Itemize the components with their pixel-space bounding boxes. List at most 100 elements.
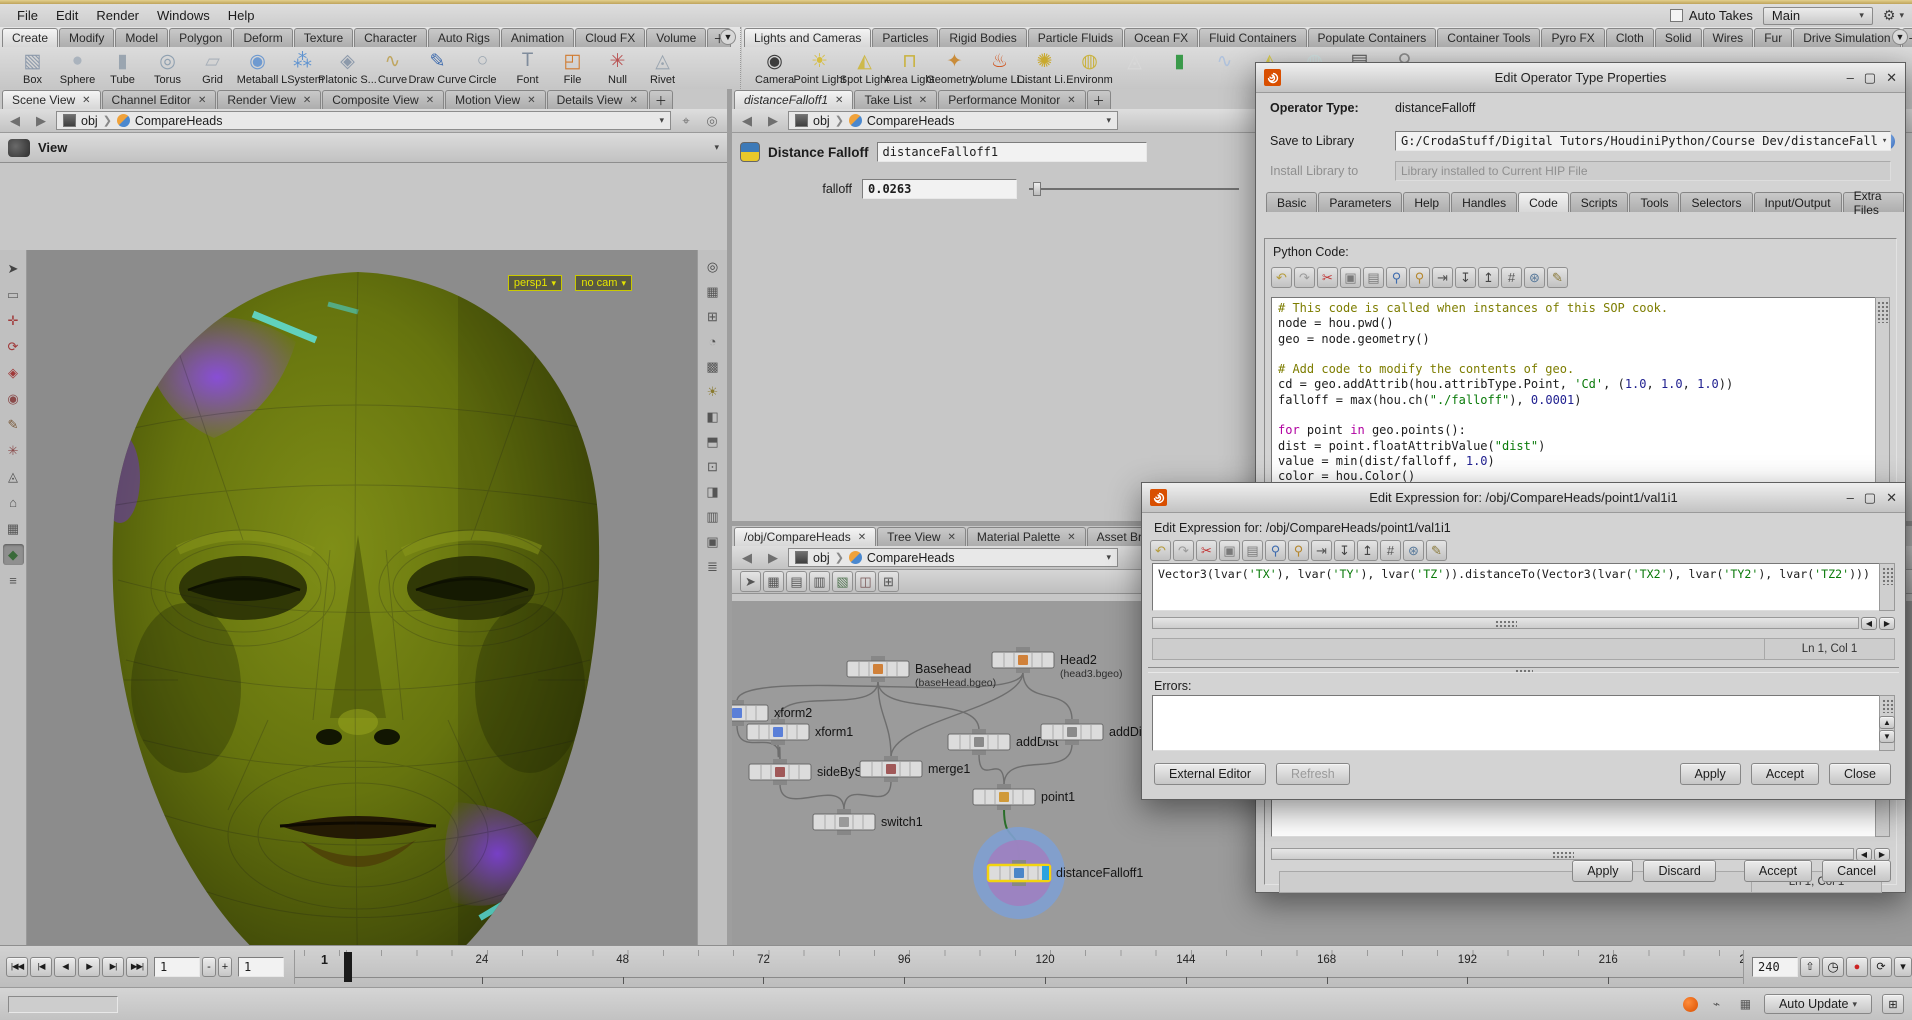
- shelf-tool-font[interactable]: T Font: [505, 48, 550, 86]
- shelf-tab-cloth[interactable]: Cloth: [1605, 28, 1654, 47]
- apply-button[interactable]: Apply: [1572, 860, 1634, 882]
- pin-icon[interactable]: ⌖: [675, 112, 697, 130]
- dialog-tab-basic[interactable]: Basic: [1266, 192, 1318, 212]
- import-source-icon[interactable]: ↧: [1455, 267, 1476, 288]
- cut-icon[interactable]: ✂: [1196, 540, 1217, 561]
- copy-icon[interactable]: ▣: [1340, 267, 1361, 288]
- viewport-3d-head[interactable]: [28, 250, 691, 1020]
- shelf-tool-draw-curve[interactable]: ✎ Draw Curve: [408, 48, 466, 87]
- play-icon[interactable]: ▶: [78, 956, 100, 977]
- shelf-tool-distant-li[interactable]: ✺ Distant Li...: [1017, 48, 1072, 87]
- node-wire[interactable]: [777, 743, 781, 761]
- cancel-button[interactable]: Cancel: [1822, 860, 1891, 882]
- shelf-tool-unlabeled[interactable]: ▮: [1157, 48, 1202, 74]
- menu-help[interactable]: Help: [219, 8, 264, 23]
- pane-tab-obj-compareheads[interactable]: /obj/CompareHeads ✕: [734, 527, 877, 546]
- close-tab-icon[interactable]: ✕: [198, 95, 206, 106]
- view-toolbar-menu-icon[interactable]: ▾: [714, 142, 719, 153]
- external-editor-button[interactable]: External Editor: [1154, 763, 1266, 785]
- close-tab-icon[interactable]: ✕: [1067, 532, 1075, 543]
- node-wire[interactable]: [779, 783, 845, 811]
- close-tab-icon[interactable]: ✕: [919, 95, 927, 106]
- close-tab-icon[interactable]: ✕: [82, 95, 90, 106]
- snap-tool-icon[interactable]: ◬: [3, 466, 24, 487]
- shelf-tab-cloud-fx[interactable]: Cloud FX: [575, 28, 646, 47]
- node-wire[interactable]: [1003, 743, 1073, 786]
- network-node-basehead[interactable]: Basehead(baseHead.bgeo): [846, 656, 996, 689]
- shelf-tab-particle-fluids[interactable]: Particle Fluids: [1027, 28, 1124, 47]
- view-culling-icon[interactable]: ▥: [702, 506, 723, 527]
- view-handles-icon[interactable]: ◨: [702, 481, 723, 502]
- view-shade-icon[interactable]: ◔: [702, 331, 723, 352]
- auto-takes-checkbox[interactable]: [1669, 9, 1683, 22]
- accept-button[interactable]: Accept: [1743, 860, 1813, 882]
- maximize-icon[interactable]: ▢: [1864, 490, 1876, 506]
- dialog-tab-selectors[interactable]: Selectors: [1680, 192, 1753, 212]
- close-button[interactable]: Close: [1829, 763, 1891, 785]
- frame-end-field[interactable]: 240: [1752, 956, 1798, 977]
- shelf-tab-solid[interactable]: Solid: [1654, 28, 1702, 47]
- cache-icon[interactable]: ⌁: [1706, 994, 1727, 1015]
- scroll-right-icon[interactable]: ▶: [1879, 616, 1895, 630]
- dialog-titlebar[interactable]: Edit Operator Type Properties – ▢ ✕: [1256, 63, 1905, 93]
- code-editor-hscroll[interactable]: ◀ ▶: [1271, 847, 1890, 861]
- gear-icon[interactable]: ⚙ ▾: [1883, 7, 1904, 24]
- shelf-tab-container-tools[interactable]: Container Tools: [1437, 28, 1541, 47]
- pane-tab-performance-monitor[interactable]: Performance Monitor ✕: [938, 90, 1086, 109]
- shelf-tool-spot-light[interactable]: ◭ Spot Light: [840, 48, 890, 87]
- shelf-tool-box[interactable]: ▧ Box: [10, 48, 55, 87]
- apply-button[interactable]: Apply: [1679, 763, 1741, 785]
- redo-icon[interactable]: ↷: [1294, 267, 1315, 288]
- network-node-switch1[interactable]: switch1: [812, 809, 923, 835]
- shelf-tool-volume-li[interactable]: ♨ Volume Li...: [971, 48, 1028, 87]
- breadcrumb[interactable]: obj ❯ CompareHeads ▾: [56, 111, 671, 130]
- shelf-tab-volume[interactable]: Volume: [646, 28, 707, 47]
- breadcrumb[interactable]: obj ❯ CompareHeads ▾: [788, 548, 1118, 567]
- breadcrumb-obj[interactable]: obj: [813, 551, 830, 565]
- breadcrumb-node[interactable]: CompareHeads: [135, 114, 223, 128]
- view-wire-icon[interactable]: ▩: [702, 356, 723, 377]
- node-wire[interactable]: [843, 780, 892, 811]
- view-tool-icon[interactable]: [8, 138, 30, 157]
- python-node-icon[interactable]: [740, 142, 760, 162]
- shelf-tab-character[interactable]: Character: [354, 28, 427, 47]
- net-pointer-icon[interactable]: ➤: [740, 571, 761, 592]
- dropdown-icon[interactable]: ▾: [1882, 136, 1887, 146]
- view-layout-icon[interactable]: ◎: [702, 256, 723, 277]
- current-frame-marker[interactable]: [344, 951, 352, 982]
- edit-pad-icon[interactable]: ✎: [1426, 540, 1447, 561]
- expression-icon[interactable]: ⊛: [1403, 540, 1424, 561]
- shelf-tool-unlabeled[interactable]: ∿: [1202, 48, 1247, 74]
- shelf-tab-model[interactable]: Model: [115, 28, 169, 47]
- close-icon[interactable]: ✕: [1886, 490, 1897, 506]
- pane-tab-material-palette[interactable]: Material Palette ✕: [966, 527, 1086, 546]
- forward-icon[interactable]: ▶: [762, 112, 784, 130]
- network-node-distancefalloff1[interactable]: distanceFalloff1: [973, 827, 1143, 919]
- close-tab-icon[interactable]: ✕: [426, 95, 434, 106]
- net-list-icon[interactable]: ▤: [786, 571, 807, 592]
- shelf-tab-particles[interactable]: Particles: [872, 28, 939, 47]
- menu-file[interactable]: File: [8, 8, 47, 23]
- breadcrumb-dropdown-icon[interactable]: ▾: [659, 115, 664, 126]
- dialog-tab-code[interactable]: Code: [1518, 192, 1569, 212]
- view-quality-icon[interactable]: ▣: [702, 531, 723, 552]
- shelf-tool-metaball[interactable]: ◉ Metaball: [235, 48, 280, 87]
- close-tab-icon[interactable]: ✕: [1067, 95, 1075, 106]
- pane-tab-tree-view[interactable]: Tree View ✕: [877, 527, 966, 546]
- close-tab-icon[interactable]: ✕: [947, 532, 955, 543]
- no-cam-menu[interactable]: no cam ▾: [575, 275, 632, 291]
- close-tab-icon[interactable]: ✕: [629, 95, 637, 106]
- network-node-head2[interactable]: Head2(head3.bgeo): [991, 647, 1122, 680]
- shelf-tab-drive-simulation[interactable]: Drive Simulation: [1793, 28, 1901, 47]
- dialog-tab-tools[interactable]: Tools: [1629, 192, 1680, 212]
- shelf-tool-grid[interactable]: ▱ Grid: [190, 48, 235, 87]
- back-icon[interactable]: ◀: [736, 112, 758, 130]
- shelf-tool-unlabeled[interactable]: ◬: [1112, 48, 1157, 74]
- snapshot-icon[interactable]: ▦: [1735, 994, 1756, 1015]
- shelf-tab-auto-rigs[interactable]: Auto Rigs: [427, 28, 500, 47]
- shelf-tab-ocean-fx[interactable]: Ocean FX: [1124, 28, 1199, 47]
- pane-tab-distancefalloff1[interactable]: distanceFalloff1 ✕: [734, 90, 854, 109]
- shelf-tab-rigid-bodies[interactable]: Rigid Bodies: [939, 28, 1027, 47]
- frame-start-field[interactable]: 1: [154, 956, 200, 977]
- export-source-icon[interactable]: ↥: [1478, 267, 1499, 288]
